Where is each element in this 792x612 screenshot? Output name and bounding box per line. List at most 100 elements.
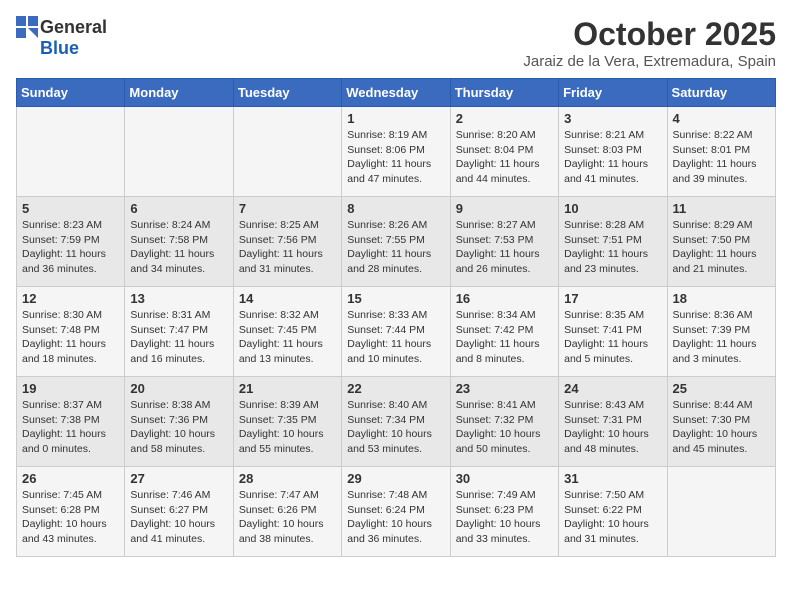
day-cell: 29Sunrise: 7:48 AM Sunset: 6:24 PM Dayli…: [342, 467, 450, 557]
day-number: 14: [239, 291, 336, 306]
day-cell: 26 Sunrise: 7:45 AM Sunset: 6:28 PM Dayli…: [17, 467, 125, 557]
day-cell: 23 Sunrise: 8:41 AM Sunset: 7:32 PM Dayli…: [450, 377, 558, 467]
day-cell: 27Sunrise: 7:46 AM Sunset: 6:27 PM Dayli…: [125, 467, 233, 557]
day-cell: 5 Sunrise: 8:23 AM Sunset: 7:59 PM Daylig…: [17, 197, 125, 287]
week-row-4: 19Sunrise: 8:37 AM Sunset: 7:38 PM Dayli…: [17, 377, 776, 467]
day-info: Sunrise: 8:26 AM Sunset: 7:55 PM Dayligh…: [347, 218, 444, 277]
day-number: 10: [564, 201, 661, 216]
day-cell: 31Sunrise: 7:50 AM Sunset: 6:22 PM Dayli…: [559, 467, 667, 557]
day-info: Sunrise: 7:46 AM Sunset: 6:27 PM Dayligh…: [130, 488, 227, 547]
day-cell: 20Sunrise: 8:38 AM Sunset: 7:36 PM Dayli…: [125, 377, 233, 467]
day-cell: 30 Sunrise: 7:49 AM Sunset: 6:23 PM Dayli…: [450, 467, 558, 557]
day-info: Sunrise: 8:22 AM Sunset: 8:01 PM Dayligh…: [673, 128, 770, 187]
day-number: 13: [130, 291, 227, 306]
day-info: Sunrise: 8:19 AM Sunset: 8:06 PM Dayligh…: [347, 128, 444, 187]
location: Jaraiz de la Vera, Extremadura, Spain: [523, 53, 776, 70]
day-number: 22: [347, 381, 444, 396]
day-info: Sunrise: 8:44 AM Sunset: 7:30 PM Dayligh…: [673, 398, 770, 457]
day-number: 5: [22, 201, 119, 216]
day-cell: 11 Sunrise: 8:29 AM Sunset: 7:50 PM Dayli…: [667, 197, 775, 287]
day-number: 25: [673, 381, 770, 396]
day-cell: [125, 107, 233, 197]
day-cell: 16 Sunrise: 8:34 AM Sunset: 7:42 PM Dayli…: [450, 287, 558, 377]
day-number: 1: [347, 111, 444, 126]
day-info: Sunrise: 8:25 AM Sunset: 7:56 PM Dayligh…: [239, 218, 336, 277]
day-info: Sunrise: 8:36 AM Sunset: 7:39 PM Dayligh…: [673, 308, 770, 367]
day-info: Sunrise: 8:40 AM Sunset: 7:34 PM Dayligh…: [347, 398, 444, 457]
day-number: 16: [456, 291, 553, 306]
day-info: Sunrise: 8:20 AM Sunset: 8:04 PM Dayligh…: [456, 128, 553, 187]
day-cell: 21Sunrise: 8:39 AM Sunset: 7:35 PM Dayli…: [233, 377, 341, 467]
day-cell: 22 Sunrise: 8:40 AM Sunset: 7:34 PM Dayli…: [342, 377, 450, 467]
month-title: October 2025: [523, 16, 776, 53]
day-cell: 15 Sunrise: 8:33 AM Sunset: 7:44 PM Dayli…: [342, 287, 450, 377]
logo-icon: [16, 16, 38, 38]
day-number: 11: [673, 201, 770, 216]
day-number: 28: [239, 471, 336, 486]
day-number: 9: [456, 201, 553, 216]
day-info: Sunrise: 8:27 AM Sunset: 7:53 PM Dayligh…: [456, 218, 553, 277]
header: General Blue October 2025 Jaraiz de la V…: [16, 16, 776, 70]
day-info: Sunrise: 8:33 AM Sunset: 7:44 PM Dayligh…: [347, 308, 444, 367]
day-number: 12: [22, 291, 119, 306]
week-row-5: 26 Sunrise: 7:45 AM Sunset: 6:28 PM Dayli…: [17, 467, 776, 557]
day-cell: 25 Sunrise: 8:44 AM Sunset: 7:30 PM Dayli…: [667, 377, 775, 467]
day-cell: 14 Sunrise: 8:32 AM Sunset: 7:45 PM Dayli…: [233, 287, 341, 377]
day-info: Sunrise: 7:47 AM Sunset: 6:26 PM Dayligh…: [239, 488, 336, 547]
day-number: 30: [456, 471, 553, 486]
day-number: 7: [239, 201, 336, 216]
day-cell: 7 Sunrise: 8:25 AM Sunset: 7:56 PM Daylig…: [233, 197, 341, 287]
day-cell: 19Sunrise: 8:37 AM Sunset: 7:38 PM Dayli…: [17, 377, 125, 467]
day-number: 8: [347, 201, 444, 216]
week-row-1: 1 Sunrise: 8:19 AM Sunset: 8:06 PM Daylig…: [17, 107, 776, 197]
day-info: Sunrise: 7:48 AM Sunset: 6:24 PM Dayligh…: [347, 488, 444, 547]
col-header-friday: Friday: [559, 79, 667, 107]
day-cell: 8 Sunrise: 8:26 AM Sunset: 7:55 PM Daylig…: [342, 197, 450, 287]
day-cell: 17Sunrise: 8:35 AM Sunset: 7:41 PM Dayli…: [559, 287, 667, 377]
day-info: Sunrise: 8:43 AM Sunset: 7:31 PM Dayligh…: [564, 398, 661, 457]
week-row-2: 5 Sunrise: 8:23 AM Sunset: 7:59 PM Daylig…: [17, 197, 776, 287]
logo: General Blue: [16, 16, 107, 59]
day-info: Sunrise: 8:31 AM Sunset: 7:47 PM Dayligh…: [130, 308, 227, 367]
day-cell: [233, 107, 341, 197]
day-cell: 10 Sunrise: 8:28 AM Sunset: 7:51 PM Dayli…: [559, 197, 667, 287]
day-info: Sunrise: 8:32 AM Sunset: 7:45 PM Dayligh…: [239, 308, 336, 367]
day-number: 2: [456, 111, 553, 126]
day-cell: [667, 467, 775, 557]
day-cell: 3Sunrise: 8:21 AM Sunset: 8:03 PM Daylig…: [559, 107, 667, 197]
day-number: 26: [22, 471, 119, 486]
day-number: 15: [347, 291, 444, 306]
logo-general: General: [40, 17, 107, 38]
day-number: 31: [564, 471, 661, 486]
day-number: 23: [456, 381, 553, 396]
day-info: Sunrise: 7:45 AM Sunset: 6:28 PM Dayligh…: [22, 488, 119, 547]
day-info: Sunrise: 8:24 AM Sunset: 7:58 PM Dayligh…: [130, 218, 227, 277]
day-number: 6: [130, 201, 227, 216]
day-cell: [17, 107, 125, 197]
day-info: Sunrise: 8:21 AM Sunset: 8:03 PM Dayligh…: [564, 128, 661, 187]
day-info: Sunrise: 8:23 AM Sunset: 7:59 PM Dayligh…: [22, 218, 119, 277]
day-number: 18: [673, 291, 770, 306]
day-info: Sunrise: 8:41 AM Sunset: 7:32 PM Dayligh…: [456, 398, 553, 457]
day-info: Sunrise: 8:29 AM Sunset: 7:50 PM Dayligh…: [673, 218, 770, 277]
day-info: Sunrise: 8:34 AM Sunset: 7:42 PM Dayligh…: [456, 308, 553, 367]
col-header-sunday: Sunday: [17, 79, 125, 107]
title-area: October 2025 Jaraiz de la Vera, Extremad…: [523, 16, 776, 70]
day-cell: 6 Sunrise: 8:24 AM Sunset: 7:58 PM Daylig…: [125, 197, 233, 287]
day-cell: 13 Sunrise: 8:31 AM Sunset: 7:47 PM Dayli…: [125, 287, 233, 377]
week-row-3: 12Sunrise: 8:30 AM Sunset: 7:48 PM Dayli…: [17, 287, 776, 377]
day-info: Sunrise: 7:49 AM Sunset: 6:23 PM Dayligh…: [456, 488, 553, 547]
col-header-tuesday: Tuesday: [233, 79, 341, 107]
day-info: Sunrise: 8:28 AM Sunset: 7:51 PM Dayligh…: [564, 218, 661, 277]
day-cell: 4Sunrise: 8:22 AM Sunset: 8:01 PM Daylig…: [667, 107, 775, 197]
day-info: Sunrise: 8:38 AM Sunset: 7:36 PM Dayligh…: [130, 398, 227, 457]
logo-blue: Blue: [40, 38, 79, 59]
day-cell: 2 Sunrise: 8:20 AM Sunset: 8:04 PM Daylig…: [450, 107, 558, 197]
col-header-wednesday: Wednesday: [342, 79, 450, 107]
day-number: 19: [22, 381, 119, 396]
col-header-saturday: Saturday: [667, 79, 775, 107]
calendar-table: SundayMondayTuesdayWednesdayThursdayFrid…: [16, 78, 776, 557]
col-header-thursday: Thursday: [450, 79, 558, 107]
day-cell: 28 Sunrise: 7:47 AM Sunset: 6:26 PM Dayli…: [233, 467, 341, 557]
day-cell: 18 Sunrise: 8:36 AM Sunset: 7:39 PM Dayli…: [667, 287, 775, 377]
